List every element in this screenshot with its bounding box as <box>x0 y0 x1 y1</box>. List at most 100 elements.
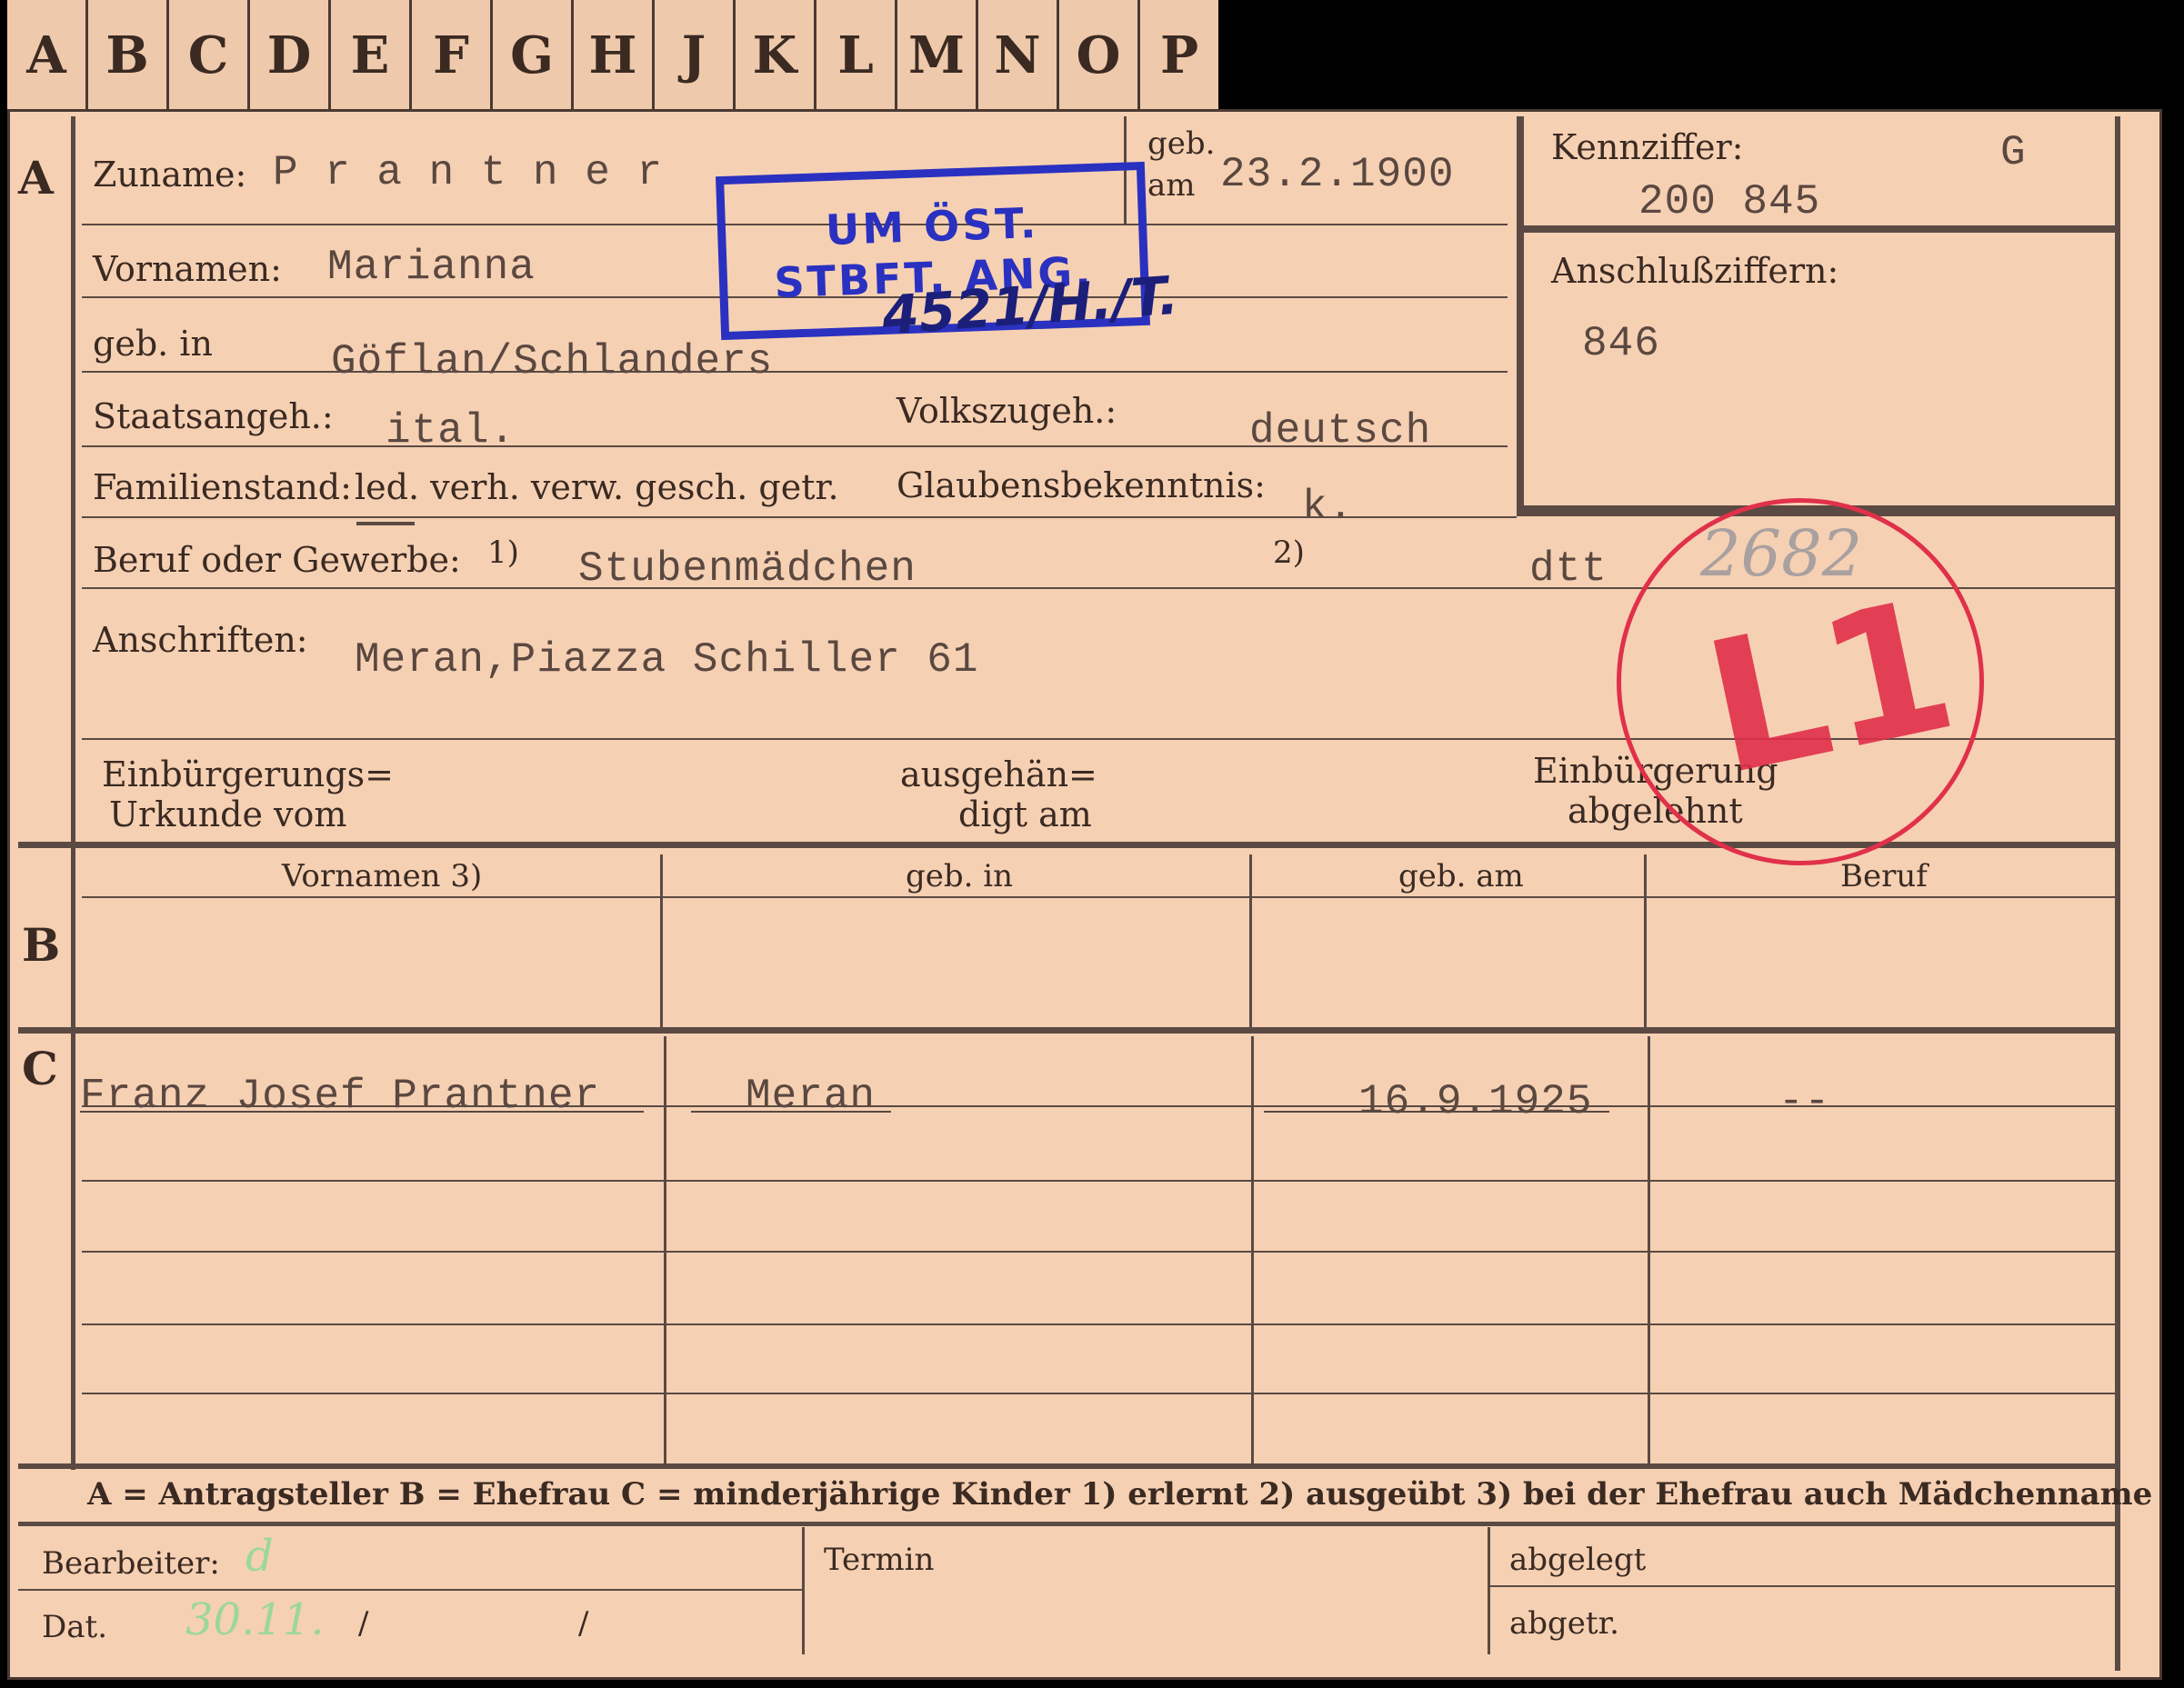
index-tab[interactable]: E <box>328 0 409 111</box>
kennziffer-box-left <box>1517 116 1524 516</box>
geb-am-label-2: am <box>1147 167 1196 204</box>
strike-line <box>80 1111 644 1113</box>
gutter-line <box>71 848 75 1030</box>
gutter-line <box>71 1034 75 1470</box>
col-line <box>664 1036 666 1463</box>
child-beruf: -- <box>1778 1078 1831 1125</box>
col-line <box>1644 854 1647 1027</box>
einbuergerung-label-1: Einbürgerungs= <box>102 754 394 794</box>
row-line <box>82 1251 2115 1253</box>
kennziffer-divider <box>1517 225 2115 233</box>
einbuergerung-label-2: Urkunde vom <box>109 794 347 834</box>
row-line <box>82 1393 2115 1394</box>
section-c-letter: C <box>22 1042 58 1095</box>
dat-label: Dat. <box>42 1609 108 1645</box>
zuname-value: P r a n t n e r <box>273 149 664 196</box>
section-separator <box>18 1027 2115 1034</box>
staatsangeh-label: Staatsangeh.: <box>93 396 334 436</box>
child-geb-in: Meran <box>746 1073 877 1120</box>
dat-separator: / <box>358 1605 369 1642</box>
section-separator <box>18 1463 2115 1469</box>
geb-am-value: 23.2.1900 <box>1220 151 1455 198</box>
anschrift-value: Meran,Piazza Schiller 61 <box>355 636 979 684</box>
section-a-letter: A <box>18 151 54 205</box>
col-line <box>660 854 663 1027</box>
index-tab[interactable]: F <box>409 0 490 111</box>
anschluss-value: 846 <box>1582 320 1660 367</box>
geb-in-value: Göflan/Schlanders <box>331 338 774 385</box>
familienstand-underline <box>356 522 415 525</box>
strike-line <box>1264 1111 1609 1113</box>
anschriften-label: Anschriften: <box>93 620 308 660</box>
index-tab[interactable]: P <box>1137 0 1218 111</box>
staatsangeh-value: ital. <box>386 407 516 454</box>
index-tab[interactable]: K <box>733 0 814 111</box>
col-line <box>1251 1036 1254 1463</box>
familienstand-options: led. verh. verw. gesch. getr. <box>355 467 839 507</box>
index-tab[interactable]: A <box>7 0 85 111</box>
b-header-geb-in: geb. in <box>906 858 1014 894</box>
col-line <box>1648 1036 1650 1463</box>
pencil-number: 2682 <box>1700 516 1863 591</box>
footer-col-line <box>1488 1527 1490 1654</box>
glauben-value: k. <box>1302 484 1355 531</box>
index-tab[interactable]: L <box>814 0 895 111</box>
footer-row-line <box>1488 1585 2115 1587</box>
beruf-note-1: 1) <box>487 534 519 571</box>
abgetr-label: abgetr. <box>1509 1605 1619 1642</box>
index-tab-row: A B C D E F G H J K L M N O P <box>7 0 1218 115</box>
zuname-label: Zuname: <box>93 155 247 195</box>
glauben-label: Glaubensbekenntnis: <box>897 465 1266 505</box>
abgelegt-label: abgelegt <box>1509 1542 1647 1578</box>
beruf-note-2: 2) <box>1273 534 1305 571</box>
beruf-value: Stubenmädchen <box>578 545 917 593</box>
dat-separator: / <box>578 1605 589 1642</box>
b-header-beruf: Beruf <box>1840 858 1928 894</box>
ausgehaendigt-label-2: digt am <box>958 794 1092 834</box>
child-geb-am: 16.9.1925 <box>1358 1078 1593 1125</box>
row-line <box>82 371 1508 373</box>
index-tab[interactable]: N <box>976 0 1057 111</box>
section-separator <box>18 1522 2115 1526</box>
vornamen-label: Vornamen: <box>93 249 282 289</box>
row-line <box>82 1323 2115 1325</box>
index-tab[interactable]: H <box>571 0 652 111</box>
kennziffer-code: G <box>2000 129 2027 176</box>
footer-col-line <box>802 1527 805 1654</box>
anschluss-label: Anschlußziffern: <box>1551 251 1839 291</box>
volkszugeh-label: Volkszugeh.: <box>897 391 1117 431</box>
beruf-value-2: dtt <box>1529 545 1608 593</box>
beruf-label: Beruf oder Gewerbe: <box>93 540 461 580</box>
row-line <box>82 516 1517 518</box>
row-line <box>82 1105 2115 1107</box>
index-tab[interactable]: M <box>895 0 976 111</box>
row-line <box>82 1180 2115 1182</box>
row-line <box>82 896 2115 898</box>
child-vornamen: Franz Josef Prantner <box>80 1073 601 1120</box>
section-b-letter: B <box>22 918 61 972</box>
footer-row-line <box>18 1589 802 1591</box>
legend-text: A = Antragsteller B = Ehefrau C = minder… <box>87 1476 2153 1513</box>
index-tab[interactable]: O <box>1057 0 1137 111</box>
bearbeiter-label: Bearbeiter: <box>42 1545 220 1582</box>
geb-in-label: geb. in <box>93 324 213 364</box>
dat-value: 30.11. <box>185 1594 325 1645</box>
index-tab[interactable]: J <box>652 0 733 111</box>
geb-am-label-1: geb. <box>1147 125 1216 162</box>
index-tab[interactable]: D <box>247 0 328 111</box>
index-tab[interactable]: B <box>85 0 166 111</box>
strike-line <box>691 1111 891 1113</box>
kennziffer-value: 200 845 <box>1638 178 1821 225</box>
b-header-geb-am: geb. am <box>1398 858 1524 894</box>
col-line <box>1249 854 1252 1027</box>
termin-label: Termin <box>824 1542 935 1578</box>
registration-card: A B C D E F G H J K L M N O P A Kennziff… <box>0 0 2184 1688</box>
row-line <box>82 445 1508 447</box>
volkszugeh-value: deutsch <box>1249 407 1432 454</box>
familienstand-label: Familienstand: <box>93 467 352 507</box>
right-border <box>2115 116 2120 1671</box>
index-tab[interactable]: G <box>490 0 571 111</box>
bearbeiter-initial: d <box>245 1531 274 1582</box>
b-header-vornamen: Vornamen 3) <box>282 858 483 894</box>
index-tab[interactable]: C <box>166 0 247 111</box>
